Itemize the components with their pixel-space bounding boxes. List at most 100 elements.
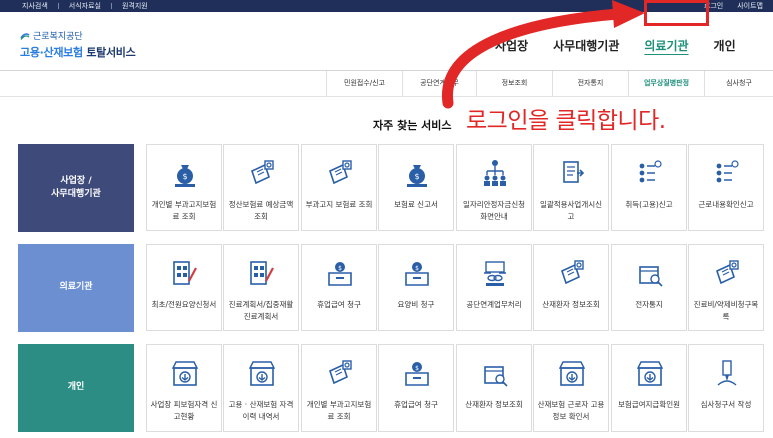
site-logo[interactable]: 근로복지공단 고용·산재보험 토탈서비스 xyxy=(20,29,136,60)
nav-personal[interactable]: 개인 xyxy=(714,37,736,54)
service-tile[interactable]: 산재환자 정보조회 xyxy=(533,244,609,331)
subnav-civil-report[interactable]: 민원접수/신고 xyxy=(326,71,402,96)
service-tile[interactable]: 보험급여지급확인원 xyxy=(611,344,687,432)
person-list-icon xyxy=(639,160,662,183)
service-tile-label: 진료비/약제비청구목록 xyxy=(693,300,759,321)
service-tile-label: 산재환자 정보조회 xyxy=(465,400,523,409)
logo-mark-icon xyxy=(20,32,30,40)
document-stack-icon xyxy=(563,161,585,183)
service-tile[interactable]: 사업장 피보험자격 신고현황 xyxy=(146,344,222,432)
main-nav: 사업장 사무대행기관 의료기관 개인 xyxy=(495,37,761,54)
box-search-icon xyxy=(639,266,663,287)
document-search-icon xyxy=(251,160,274,185)
nav-agency[interactable]: 사무대행기관 xyxy=(553,37,619,54)
service-tile[interactable]: 일괄적용사업개시신고 xyxy=(533,144,609,231)
person-list-icon xyxy=(716,160,739,183)
annotation-callout: 로그인을 클릭합니다. xyxy=(466,108,666,134)
service-tile-label: 산재환자 정보조회 xyxy=(542,300,600,309)
service-tile[interactable]: 부과고지 보험료 조회 xyxy=(301,144,377,231)
subnav-info-lookup[interactable]: 정보조회 xyxy=(476,71,552,96)
service-tile-label: 보험급여지급확인원 xyxy=(617,400,681,409)
service-tile[interactable]: 산재환자 정보조회 xyxy=(456,344,532,432)
divider xyxy=(57,3,59,9)
inbox-icon: $ xyxy=(405,262,429,286)
service-name: 고용·산재보험 토탈서비스 xyxy=(20,46,136,59)
service-tile-label: 일자리안정자금신청화면안내 xyxy=(462,200,526,221)
subnav-e-notice[interactable]: 전자통지 xyxy=(552,71,628,96)
people-network-icon xyxy=(484,160,506,186)
faq-title: 자주 찾는 서비스 xyxy=(373,119,452,132)
service-tile-label: 진료계획서/집중재활진료계획서 xyxy=(228,300,294,321)
box-search-icon xyxy=(484,366,508,387)
service-tile-label: 근로내용확인신고 xyxy=(698,200,754,209)
svg-text:$: $ xyxy=(415,365,419,372)
svg-text:$: $ xyxy=(414,172,419,181)
subnav-appeal[interactable]: 심사청구 xyxy=(704,71,773,96)
service-tile[interactable]: 고용 · 산재보험 자격 이력 내역서 xyxy=(223,344,299,432)
service-tile-label: 요양비 청구 xyxy=(397,300,435,309)
svg-text:$: $ xyxy=(415,265,419,272)
service-tile[interactable]: $ 휴업급여 청구 xyxy=(301,244,377,331)
download-box-icon xyxy=(637,361,663,386)
service-tile-label: 고용 · 산재보험 자격 이력 내역서 xyxy=(228,400,294,421)
service-tile-label: 개인별 부과고지보험료 조회 xyxy=(151,200,217,221)
document-search-icon xyxy=(329,160,352,185)
download-box-icon xyxy=(172,361,198,386)
download-box-icon xyxy=(559,361,585,386)
service-tile-label: 일괄적용사업개시신고 xyxy=(539,200,603,221)
service-tile-label: 최초/전원요양신청서 xyxy=(151,300,217,309)
svg-text:$: $ xyxy=(338,265,342,272)
service-tile-label: 취득(고용)신고 xyxy=(625,200,673,209)
download-box-icon xyxy=(249,361,275,386)
service-tile[interactable]: 진료비/약제비청구목록 xyxy=(688,244,764,331)
service-tile[interactable]: 산재보험 근로자 고용정보 확인서 xyxy=(533,344,609,432)
service-tile-label: 보험료 신고서 xyxy=(394,200,438,209)
sub-nav: 민원접수/신고 공단연계업무 정보조회 전자통지 업무상질병판정 심사청구 xyxy=(326,71,773,96)
sitemap-link[interactable]: 사이트맵 xyxy=(737,1,763,11)
service-tile[interactable]: 일자리안정자금신청화면안내 xyxy=(456,144,532,231)
service-tile-label: 전자통지 xyxy=(635,300,663,309)
service-tile[interactable]: $ 보험료 신고서 xyxy=(378,144,454,231)
service-tile[interactable]: 개인별 부과고지보험료 조회 xyxy=(301,344,377,432)
divider xyxy=(110,3,112,9)
service-tile[interactable]: 최초/전원요양신청서 xyxy=(146,244,222,331)
service-tile[interactable]: $ 휴업급여 청구 xyxy=(378,344,454,432)
category-medical: 의료기관 xyxy=(18,244,134,332)
service-tile-label: 부과고지 보험료 조회 xyxy=(305,200,373,209)
service-tile[interactable]: 취득(고용)신고 xyxy=(611,144,687,231)
divider xyxy=(0,96,773,97)
remote-support-link[interactable]: 원격지원 xyxy=(122,1,148,11)
inbox-icon: $ xyxy=(405,362,429,386)
nav-business[interactable]: 사업장 xyxy=(495,37,528,54)
branch-search-link[interactable]: 지사검색 xyxy=(22,1,48,11)
service-tile[interactable]: 진료계획서/집중재활진료계획서 xyxy=(223,244,299,331)
money-bag-icon: $ xyxy=(407,165,427,187)
nav-medical[interactable]: 의료기관 xyxy=(644,37,688,54)
svg-text:$: $ xyxy=(182,172,187,181)
service-tile-label: 공단연계업무처리 xyxy=(466,300,522,309)
service-tile-label: 사업장 피보험자격 신고현황 xyxy=(150,400,218,421)
category-business: 사업장 / 사무대행기관 xyxy=(18,144,134,232)
service-tile-label: 정산보험료 예상금액 조회 xyxy=(228,200,294,221)
service-tile[interactable]: 심사청구서 작성 xyxy=(688,344,764,432)
utility-links: 지사검색 서식자료실 원격지원 xyxy=(22,0,148,12)
service-tile-label: 개인별 부과고지보험료 조회 xyxy=(306,400,372,421)
category-personal: 개인 xyxy=(18,344,134,432)
link-folder-icon xyxy=(484,261,506,286)
forms-library-link[interactable]: 서식자료실 xyxy=(69,1,101,11)
document-search-icon xyxy=(329,360,352,385)
service-tile-label: 휴업급여 청구 xyxy=(394,400,438,409)
service-tile-label: 심사청구서 작성 xyxy=(700,400,752,409)
service-tile[interactable]: $ 요양비 청구 xyxy=(378,244,454,331)
account-links: 로그인 사이트맵 xyxy=(704,0,763,12)
service-tile[interactable]: 정산보험료 예상금액 조회 xyxy=(223,144,299,231)
service-tile[interactable]: 근로내용확인신고 xyxy=(688,144,764,231)
service-tile[interactable]: 공단연계업무처리 xyxy=(456,244,532,331)
service-tile-label: 산재보험 근로자 고용정보 확인서 xyxy=(537,400,605,421)
subnav-disease-judgment[interactable]: 업무상질병판정 xyxy=(628,71,704,96)
annotation-highlight-box xyxy=(644,0,709,26)
subnav-linked-work[interactable]: 공단연계업무 xyxy=(402,71,476,96)
service-tile[interactable]: 전자통지 xyxy=(611,244,687,331)
money-bag-icon: $ xyxy=(175,165,195,187)
service-tile[interactable]: $ 개인별 부과고지보험료 조회 xyxy=(146,144,222,231)
